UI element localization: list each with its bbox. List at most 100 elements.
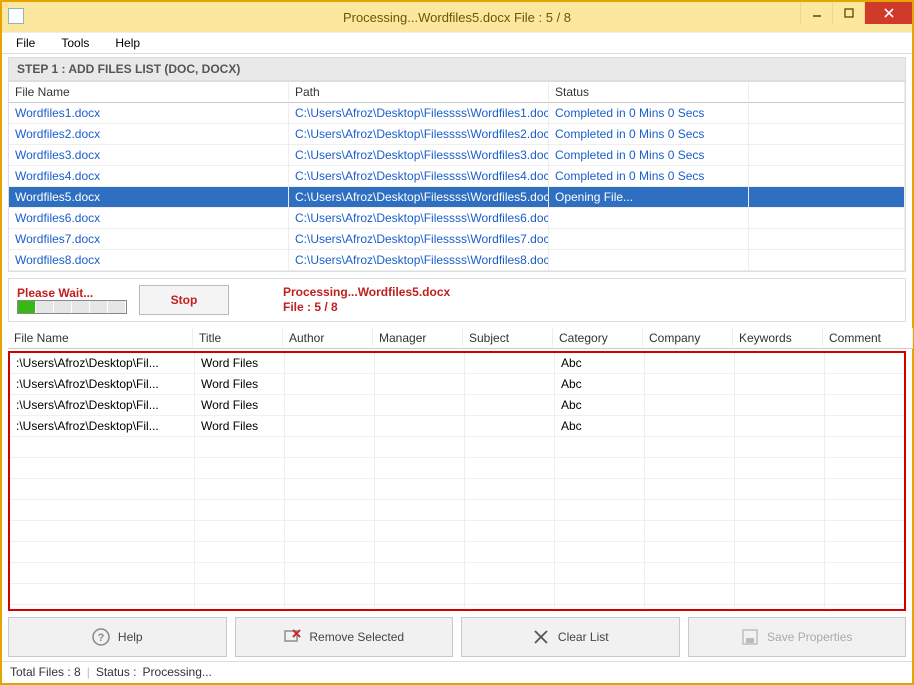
props-cell[interactable] xyxy=(375,416,465,437)
props-cell[interactable]: Word Files xyxy=(195,353,285,374)
table-cell[interactable] xyxy=(749,187,905,208)
processing-line2: File : 5 / 8 xyxy=(283,300,450,315)
maximize-icon xyxy=(844,8,854,18)
remove-selected-button[interactable]: Remove Selected xyxy=(235,617,454,657)
props-col[interactable]: Keywords xyxy=(733,328,823,349)
props-cell[interactable] xyxy=(645,374,735,395)
table-cell[interactable]: Completed in 0 Mins 0 Secs xyxy=(549,103,749,124)
props-col[interactable]: Title xyxy=(193,328,283,349)
col-extra xyxy=(749,82,905,103)
props-col[interactable]: Company xyxy=(643,328,733,349)
table-cell[interactable]: Completed in 0 Mins 0 Secs xyxy=(549,145,749,166)
table-cell[interactable]: Wordfiles2.docx xyxy=(9,124,289,145)
props-cell[interactable] xyxy=(825,353,906,374)
props-cell[interactable] xyxy=(735,416,825,437)
col-path[interactable]: Path xyxy=(289,82,549,103)
table-cell[interactable] xyxy=(549,229,749,250)
props-cell[interactable] xyxy=(285,395,375,416)
table-cell[interactable]: Wordfiles8.docx xyxy=(9,250,289,271)
col-status[interactable]: Status xyxy=(549,82,749,103)
table-cell[interactable]: Wordfiles4.docx xyxy=(9,166,289,187)
table-cell[interactable]: Completed in 0 Mins 0 Secs xyxy=(549,166,749,187)
props-cell[interactable] xyxy=(735,395,825,416)
table-cell[interactable]: Wordfiles1.docx xyxy=(9,103,289,124)
table-cell[interactable] xyxy=(749,145,905,166)
clear-list-button[interactable]: Clear List xyxy=(461,617,680,657)
props-col[interactable]: File Name xyxy=(8,328,193,349)
props-col[interactable]: Subject xyxy=(463,328,553,349)
props-cell[interactable]: Word Files xyxy=(195,374,285,395)
table-cell[interactable]: Wordfiles3.docx xyxy=(9,145,289,166)
table-cell[interactable] xyxy=(749,208,905,229)
table-cell[interactable]: Completed in 0 Mins 0 Secs xyxy=(549,124,749,145)
props-cell[interactable] xyxy=(465,416,555,437)
help-button[interactable]: ? Help xyxy=(8,617,227,657)
col-file[interactable]: File Name xyxy=(9,82,289,103)
menu-file[interactable]: File xyxy=(8,34,43,52)
props-cell[interactable] xyxy=(645,353,735,374)
table-cell[interactable]: C:\Users\Afroz\Desktop\Filessss\Wordfile… xyxy=(289,250,549,271)
props-cell[interactable] xyxy=(645,395,735,416)
properties-header-panel: File NameTitleAuthorManagerSubjectCatego… xyxy=(8,328,906,349)
props-cell[interactable]: Abc xyxy=(555,353,645,374)
props-cell[interactable]: Abc xyxy=(555,395,645,416)
props-cell[interactable] xyxy=(825,416,906,437)
menu-help[interactable]: Help xyxy=(107,34,148,52)
props-cell[interactable]: Word Files xyxy=(195,395,285,416)
table-cell[interactable]: Wordfiles5.docx xyxy=(9,187,289,208)
table-cell[interactable]: C:\Users\Afroz\Desktop\Filessss\Wordfile… xyxy=(289,187,549,208)
props-cell[interactable]: Abc xyxy=(555,416,645,437)
props-col[interactable]: Category xyxy=(553,328,643,349)
props-cell[interactable] xyxy=(825,374,906,395)
clear-list-label: Clear List xyxy=(558,630,609,644)
window-controls xyxy=(800,2,912,24)
props-col[interactable]: Author xyxy=(283,328,373,349)
props-cell[interactable] xyxy=(465,374,555,395)
props-cell[interactable] xyxy=(735,374,825,395)
table-cell[interactable]: Wordfiles7.docx xyxy=(9,229,289,250)
props-cell[interactable] xyxy=(285,416,375,437)
props-cell[interactable] xyxy=(645,416,735,437)
table-cell[interactable] xyxy=(749,166,905,187)
menu-tools[interactable]: Tools xyxy=(53,34,97,52)
stop-button[interactable]: Stop xyxy=(139,285,229,315)
save-properties-button[interactable]: Save Properties xyxy=(688,617,907,657)
table-cell[interactable] xyxy=(549,208,749,229)
props-cell[interactable] xyxy=(465,353,555,374)
props-cell[interactable] xyxy=(285,353,375,374)
maximize-button[interactable] xyxy=(832,2,864,24)
app-icon xyxy=(8,8,24,24)
table-cell[interactable]: C:\Users\Afroz\Desktop\Filessss\Wordfile… xyxy=(289,124,549,145)
save-properties-label: Save Properties xyxy=(767,630,852,644)
props-cell[interactable]: :\Users\Afroz\Desktop\Fil... xyxy=(10,395,195,416)
props-cell[interactable] xyxy=(375,374,465,395)
table-cell[interactable]: Wordfiles6.docx xyxy=(9,208,289,229)
table-cell[interactable] xyxy=(749,103,905,124)
close-button[interactable] xyxy=(864,2,912,24)
props-cell[interactable]: :\Users\Afroz\Desktop\Fil... xyxy=(10,374,195,395)
props-cell[interactable]: :\Users\Afroz\Desktop\Fil... xyxy=(10,353,195,374)
props-cell[interactable] xyxy=(375,395,465,416)
table-cell[interactable] xyxy=(549,250,749,271)
props-cell[interactable] xyxy=(375,353,465,374)
table-cell[interactable]: Opening File... xyxy=(549,187,749,208)
minimize-button[interactable] xyxy=(800,2,832,24)
table-cell[interactable] xyxy=(749,229,905,250)
table-cell[interactable] xyxy=(749,124,905,145)
props-col[interactable]: Comment xyxy=(823,328,913,349)
table-cell[interactable]: C:\Users\Afroz\Desktop\Filessss\Wordfile… xyxy=(289,103,549,124)
props-cell[interactable] xyxy=(735,353,825,374)
props-cell[interactable] xyxy=(465,395,555,416)
table-cell[interactable]: C:\Users\Afroz\Desktop\Filessss\Wordfile… xyxy=(289,166,549,187)
props-cell[interactable]: Word Files xyxy=(195,416,285,437)
table-cell[interactable]: C:\Users\Afroz\Desktop\Filessss\Wordfile… xyxy=(289,145,549,166)
table-cell[interactable] xyxy=(749,250,905,271)
svg-text:?: ? xyxy=(98,632,105,644)
props-col[interactable]: Manager xyxy=(373,328,463,349)
props-cell[interactable]: :\Users\Afroz\Desktop\Fil... xyxy=(10,416,195,437)
table-cell[interactable]: C:\Users\Afroz\Desktop\Filessss\Wordfile… xyxy=(289,229,549,250)
props-cell[interactable] xyxy=(285,374,375,395)
props-cell[interactable] xyxy=(825,395,906,416)
props-cell[interactable]: Abc xyxy=(555,374,645,395)
table-cell[interactable]: C:\Users\Afroz\Desktop\Filessss\Wordfile… xyxy=(289,208,549,229)
